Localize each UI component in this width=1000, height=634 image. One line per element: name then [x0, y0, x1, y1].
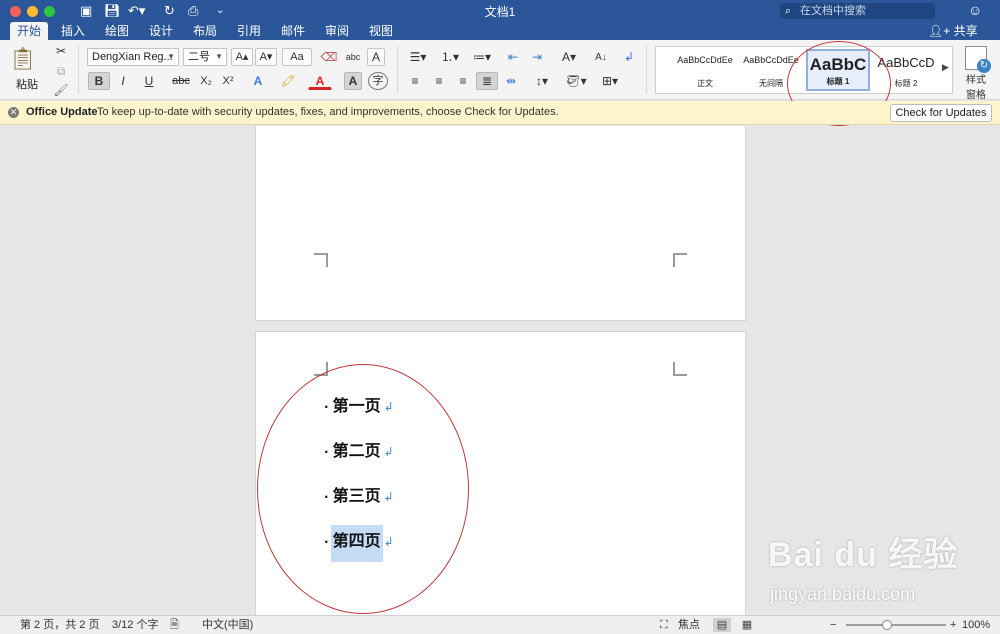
- styles-pane-icon: ↻: [965, 46, 991, 73]
- watermark-url: jingyan.baidu.com: [770, 584, 916, 604]
- decrease-indent-icon[interactable]: ⇤: [502, 48, 524, 66]
- subscript-button[interactable]: X₂: [196, 72, 216, 90]
- tab-mailings[interactable]: 邮件: [274, 22, 312, 40]
- shading-icon[interactable]: 🪣︎▾: [562, 72, 590, 90]
- chevron-down-icon: ▼: [215, 52, 223, 61]
- language[interactable]: 中文(中国): [202, 616, 253, 634]
- strikethrough-button[interactable]: abc: [168, 72, 194, 90]
- web-layout-icon[interactable]: ▦: [738, 618, 756, 632]
- tab-design[interactable]: 设计: [142, 22, 180, 40]
- increase-indent-icon[interactable]: ⇥: [526, 48, 548, 66]
- update-message: To keep up-to-date with security updates…: [97, 106, 559, 118]
- update-notification-bar: ✕ Office Update To keep up-to-date with …: [0, 101, 1000, 125]
- distributed-icon[interactable]: ⇹: [500, 72, 522, 90]
- proofing-icon[interactable]: 🗎︎: [170, 616, 179, 634]
- tab-review[interactable]: 审阅: [318, 22, 356, 40]
- format-painter-icon[interactable]: 🖌︎: [52, 81, 70, 99]
- text-effects-icon[interactable]: A: [247, 72, 269, 90]
- focus-label[interactable]: 焦点: [678, 616, 700, 634]
- character-shading-icon[interactable]: A: [344, 72, 362, 90]
- chinese-layout-icon[interactable]: A▾: [555, 48, 583, 66]
- watermark-logo: Bai du 经验: [768, 536, 959, 574]
- paste-label[interactable]: 粘贴: [16, 76, 38, 92]
- bold-button[interactable]: B: [88, 72, 110, 90]
- styles-pane-label: 样式 窗格: [966, 75, 986, 101]
- font-size-select[interactable]: 二号 ▼: [183, 48, 227, 66]
- shrink-font-button[interactable]: A▾: [255, 48, 277, 66]
- font-name-value: DengXian Reg...: [92, 51, 173, 63]
- share-button[interactable]: 👤︎+ 共享: [928, 22, 978, 40]
- justify-icon[interactable]: ≣: [476, 72, 498, 90]
- share-label: 共享: [953, 24, 978, 38]
- tab-references[interactable]: 引用: [230, 22, 268, 40]
- tab-view[interactable]: 视图: [362, 22, 400, 40]
- numbering-icon[interactable]: ⒈▾: [436, 48, 464, 66]
- cut-icon[interactable]: ✂: [52, 42, 70, 60]
- borders-icon[interactable]: ⊞▾: [595, 72, 625, 90]
- annotation-circle: [257, 364, 469, 614]
- highlight-color-icon[interactable]: 🖍︎: [276, 72, 300, 90]
- character-border-button[interactable]: A: [367, 48, 385, 66]
- tab-layout[interactable]: 布局: [186, 22, 224, 40]
- style-normal[interactable]: AaBbCcDdEe 正文: [674, 49, 736, 91]
- style-name: 正文: [697, 79, 713, 88]
- page-1[interactable]: [255, 126, 746, 321]
- tab-draw[interactable]: 绘图: [98, 22, 136, 40]
- divider: [646, 46, 647, 94]
- tab-home[interactable]: 开始: [10, 22, 48, 40]
- styles-more-icon[interactable]: ▶: [942, 62, 949, 73]
- check-for-updates-button[interactable]: Check for Updates: [890, 104, 992, 122]
- sort-icon[interactable]: A↓: [590, 48, 612, 66]
- paste-icon[interactable]: 📋︎: [8, 44, 37, 74]
- close-icon[interactable]: ✕: [8, 107, 19, 118]
- font-size-value: 二号: [188, 51, 210, 63]
- multilevel-list-icon[interactable]: ≔▾: [468, 48, 496, 66]
- style-preview: AaBbCcDdEe: [677, 55, 733, 65]
- font-color-icon[interactable]: A: [308, 72, 332, 90]
- enclose-characters-button[interactable]: 字: [368, 72, 388, 90]
- margin-corner-mark: [673, 253, 687, 267]
- superscript-button[interactable]: X²: [218, 72, 238, 90]
- search-input[interactable]: ⌕ 在文档中搜索: [780, 3, 935, 19]
- feedback-smiley-icon[interactable]: ☺: [968, 2, 982, 18]
- align-left-icon[interactable]: ≡: [404, 72, 426, 90]
- phonetic-guide-button[interactable]: abc: [342, 48, 364, 66]
- divider: [78, 46, 79, 94]
- search-icon: ⌕: [785, 5, 792, 17]
- print-layout-icon[interactable]: ▤: [713, 618, 731, 632]
- zoom-slider[interactable]: [846, 624, 946, 626]
- tab-insert[interactable]: 插入: [54, 22, 92, 40]
- italic-button[interactable]: I: [112, 72, 134, 90]
- clear-formatting-icon[interactable]: ⌫: [318, 48, 340, 66]
- zoom-slider-handle[interactable]: [882, 620, 892, 630]
- underline-button[interactable]: U: [136, 72, 162, 90]
- chevron-down-icon: ▼: [167, 52, 175, 61]
- focus-icon[interactable]: ⛶: [660, 616, 668, 634]
- add-person-icon: 👤︎+: [928, 24, 951, 38]
- margin-corner-mark: [673, 362, 687, 376]
- page-count[interactable]: 第 2 页，共 2 页: [20, 616, 99, 634]
- zoom-level[interactable]: 100%: [962, 616, 990, 634]
- font-name-select[interactable]: DengXian Reg... ▼: [87, 48, 179, 66]
- align-right-icon[interactable]: ≡: [452, 72, 474, 90]
- search-placeholder: 在文档中搜索: [800, 5, 866, 17]
- status-bar: 第 2 页，共 2 页 3/12 个字 🗎︎ 中文(中国) ⛶ 焦点 ▤ ▦ −…: [0, 615, 1000, 634]
- title-bar: ▣ 💾︎ ↶▾ ↻ ⎙ ⌄ 文档1 ⌕ 在文档中搜索 ☺ 开始 插入 绘图 设计…: [0, 0, 1000, 40]
- bullets-icon[interactable]: ☰▾: [404, 48, 432, 66]
- margin-corner-mark: [314, 253, 328, 267]
- show-paragraph-marks-icon[interactable]: ↲: [618, 48, 640, 66]
- zoom-in-icon[interactable]: +: [950, 616, 956, 634]
- copy-icon[interactable]: ⧉: [52, 62, 70, 80]
- line-spacing-icon[interactable]: ↕▾: [528, 72, 556, 90]
- divider: [397, 46, 398, 94]
- grow-font-button[interactable]: A▴: [231, 48, 253, 66]
- change-case-button[interactable]: Aa: [282, 48, 312, 66]
- zoom-out-icon[interactable]: −: [830, 616, 836, 634]
- styles-pane-button[interactable]: ↻ 样式 窗格: [958, 44, 994, 101]
- word-count[interactable]: 3/12 个字: [112, 616, 158, 634]
- update-title: Office Update: [26, 106, 98, 118]
- align-center-icon[interactable]: ≡: [428, 72, 450, 90]
